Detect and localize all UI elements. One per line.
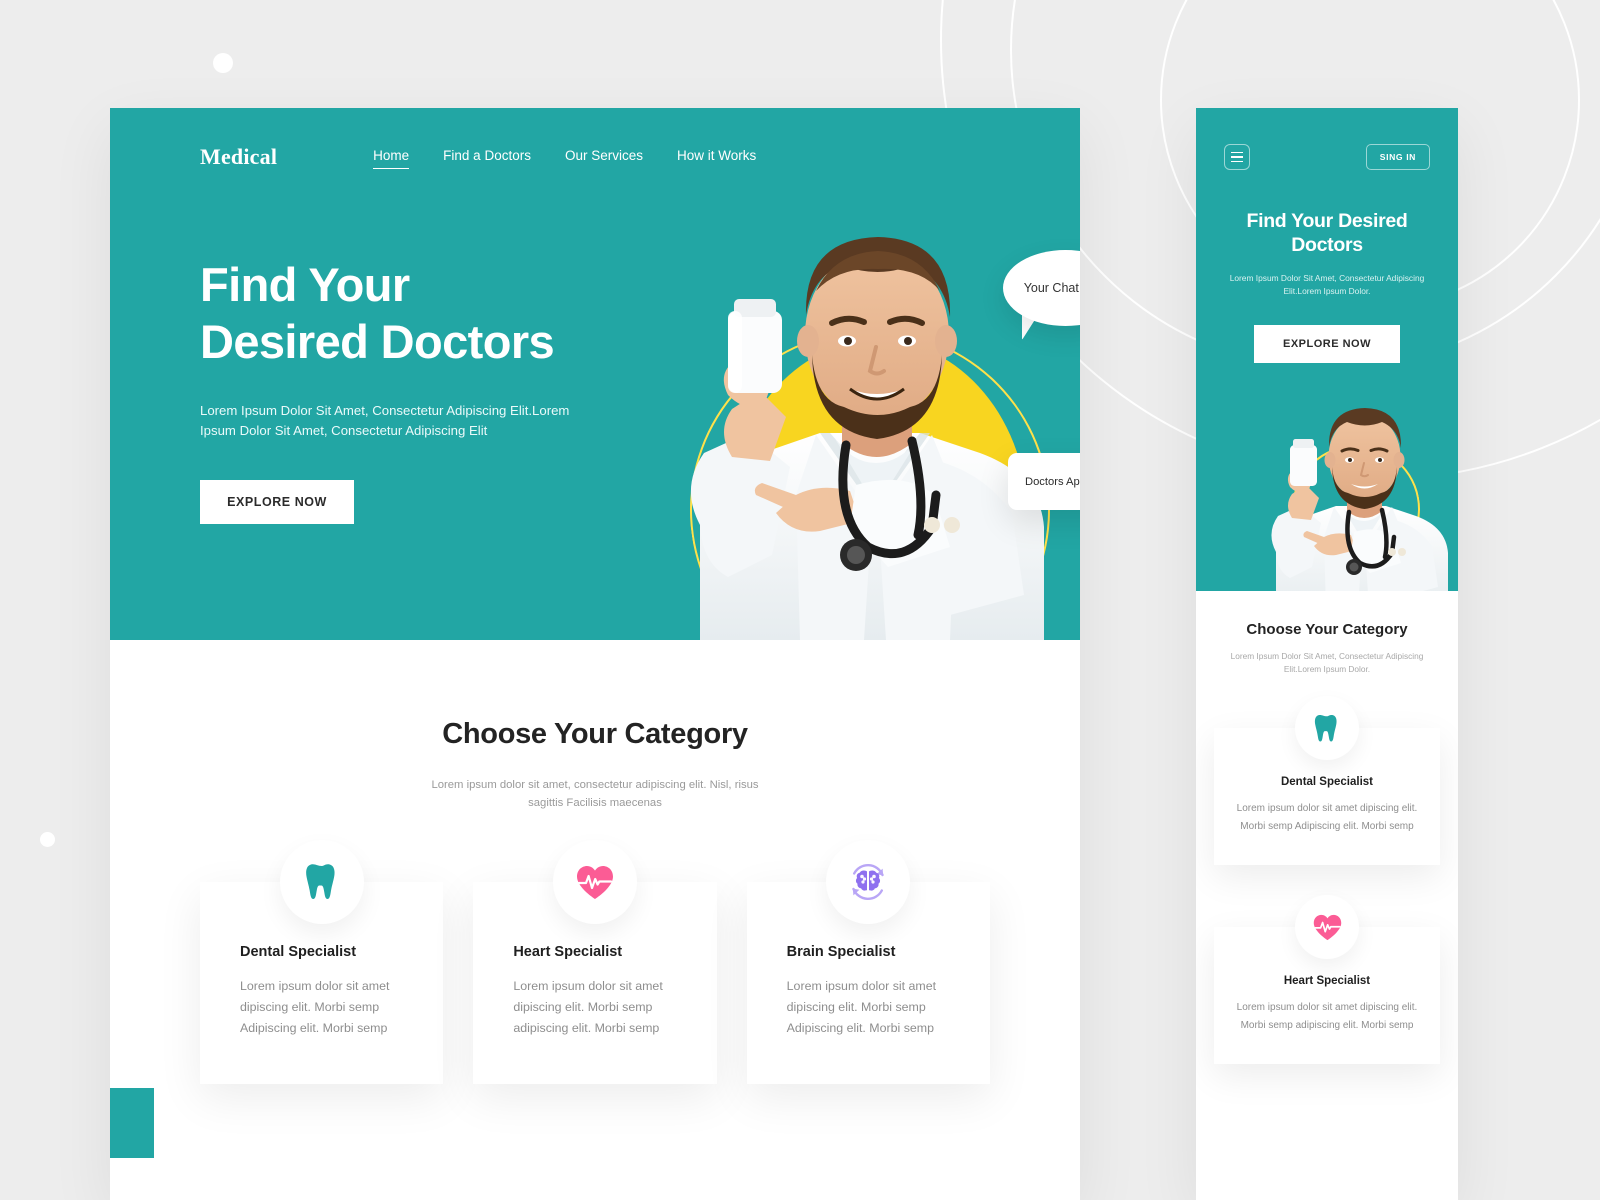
nav-item-our-services[interactable]: Our Services <box>565 148 643 169</box>
decor-dot <box>213 53 233 73</box>
navbar: Medical Home Find a Doctors Our Services… <box>110 108 1080 170</box>
tooth-icon <box>279 840 364 924</box>
mobile-category-card-text: Lorem ipsum dolor sit amet dipiscing eli… <box>1236 1002 1418 1031</box>
category-section: Choose Your Category Lorem ipsum dolor s… <box>110 640 1080 1085</box>
page-canvas: Medical Home Find a Doctors Our Services… <box>0 0 1600 1200</box>
doctors-appointment-card[interactable]: Doctors Appointment <box>1008 453 1080 510</box>
heart-pulse-icon <box>552 840 637 924</box>
category-cards: Dental Specialist Lorem ipsum dolor sit … <box>110 812 1080 1085</box>
brand-logo[interactable]: Medical <box>200 144 277 170</box>
category-card-text: Lorem ipsum dolor sit amet dipiscing eli… <box>786 979 937 1035</box>
category-card-dental[interactable]: Dental Specialist Lorem ipsum dolor sit … <box>200 840 444 1085</box>
category-subtitle: Lorem ipsum dolor sit amet, consectetur … <box>431 779 759 809</box>
doctors-appointment-label: Doctors Appointment <box>1025 475 1080 488</box>
category-card-title: Heart Specialist <box>513 944 623 960</box>
category-title: Choose Your Category <box>442 718 748 750</box>
doctor-photo <box>620 195 1080 640</box>
mobile-category-subtitle: Lorem Ipsum Dolor Sit Amet, Consectetur … <box>1230 650 1424 675</box>
category-card-text: Lorem ipsum dolor sit amet dipiscing eli… <box>240 979 390 1035</box>
tooth-icon <box>1295 696 1359 761</box>
nav-item-find-a-doctors[interactable]: Find a Doctors <box>443 148 531 169</box>
mobile-category-card-title: Heart Specialist <box>1283 975 1371 988</box>
brain-refresh-icon <box>826 840 911 924</box>
explore-now-button[interactable]: EXPLORE NOW <box>200 479 354 524</box>
mobile-category-card-text: Lorem ipsum dolor sit amet dipiscing eli… <box>1236 803 1418 832</box>
nav-links: Home Find a Doctors Our Services How it … <box>373 145 756 169</box>
decor-dot <box>40 832 55 847</box>
sign-in-button[interactable]: SING IN <box>1365 144 1430 170</box>
nav-item-home[interactable]: Home <box>373 148 410 169</box>
category-card-heart[interactable]: Heart Specialist Lorem ipsum dolor sit a… <box>473 840 717 1085</box>
hero-content: Find Your Desired Doctors Lorem Ipsum Do… <box>110 170 580 524</box>
teal-accent-block <box>110 1088 154 1158</box>
desktop-mockup: Medical Home Find a Doctors Our Services… <box>110 108 1080 1200</box>
nav-item-how-it-works[interactable]: How it Works <box>677 148 756 169</box>
mobile-category-card-dental[interactable]: Dental Specialist Lorem ipsum dolor sit … <box>1214 696 1440 866</box>
hero-section: Medical Home Find a Doctors Our Services… <box>110 108 1080 640</box>
mobile-topbar: SING IN <box>1196 108 1458 170</box>
hero-subtitle: Lorem Ipsum Dolor Sit Amet, Consectetur … <box>200 402 570 439</box>
mobile-category-section: Choose Your Category Lorem Ipsum Dolor S… <box>1196 591 1458 677</box>
mobile-category-card-title: Dental Specialist <box>1280 776 1374 789</box>
category-card-title: Brain Specialist <box>786 944 896 960</box>
mobile-explore-now-button[interactable]: EXPLORE NOW <box>1254 324 1400 363</box>
mobile-category-title: Choose Your Category <box>1246 620 1408 638</box>
mobile-doctor-photo <box>1196 373 1458 591</box>
mobile-category-card-heart[interactable]: Heart Specialist Lorem ipsum dolor sit a… <box>1214 895 1440 1065</box>
hero-title-line-2: Desired Doctors <box>200 315 555 369</box>
mobile-category-cards: Dental Specialist Lorem ipsum dolor sit … <box>1196 676 1458 1065</box>
hero-title: Find Your Desired Doctors <box>200 256 580 371</box>
category-card-brain[interactable]: Brain Specialist Lorem ipsum dolor sit a… <box>746 840 990 1085</box>
category-card-text: Lorem ipsum dolor sit amet dipiscing eli… <box>513 979 663 1035</box>
hero-title-line-1: Find Your <box>200 258 410 311</box>
heart-pulse-icon <box>1295 895 1359 960</box>
mobile-hero-title: Find Your Desired Doctors <box>1246 210 1408 256</box>
mobile-hero: SING IN Find Your Desired Doctors Lorem … <box>1196 108 1458 591</box>
mobile-mockup: SING IN Find Your Desired Doctors Lorem … <box>1196 108 1458 1200</box>
category-card-title: Dental Specialist <box>240 944 357 960</box>
hamburger-icon[interactable] <box>1224 144 1250 170</box>
mobile-hero-subtitle: Lorem Ipsum Dolor Sit Amet, Consectetur … <box>1229 272 1425 297</box>
